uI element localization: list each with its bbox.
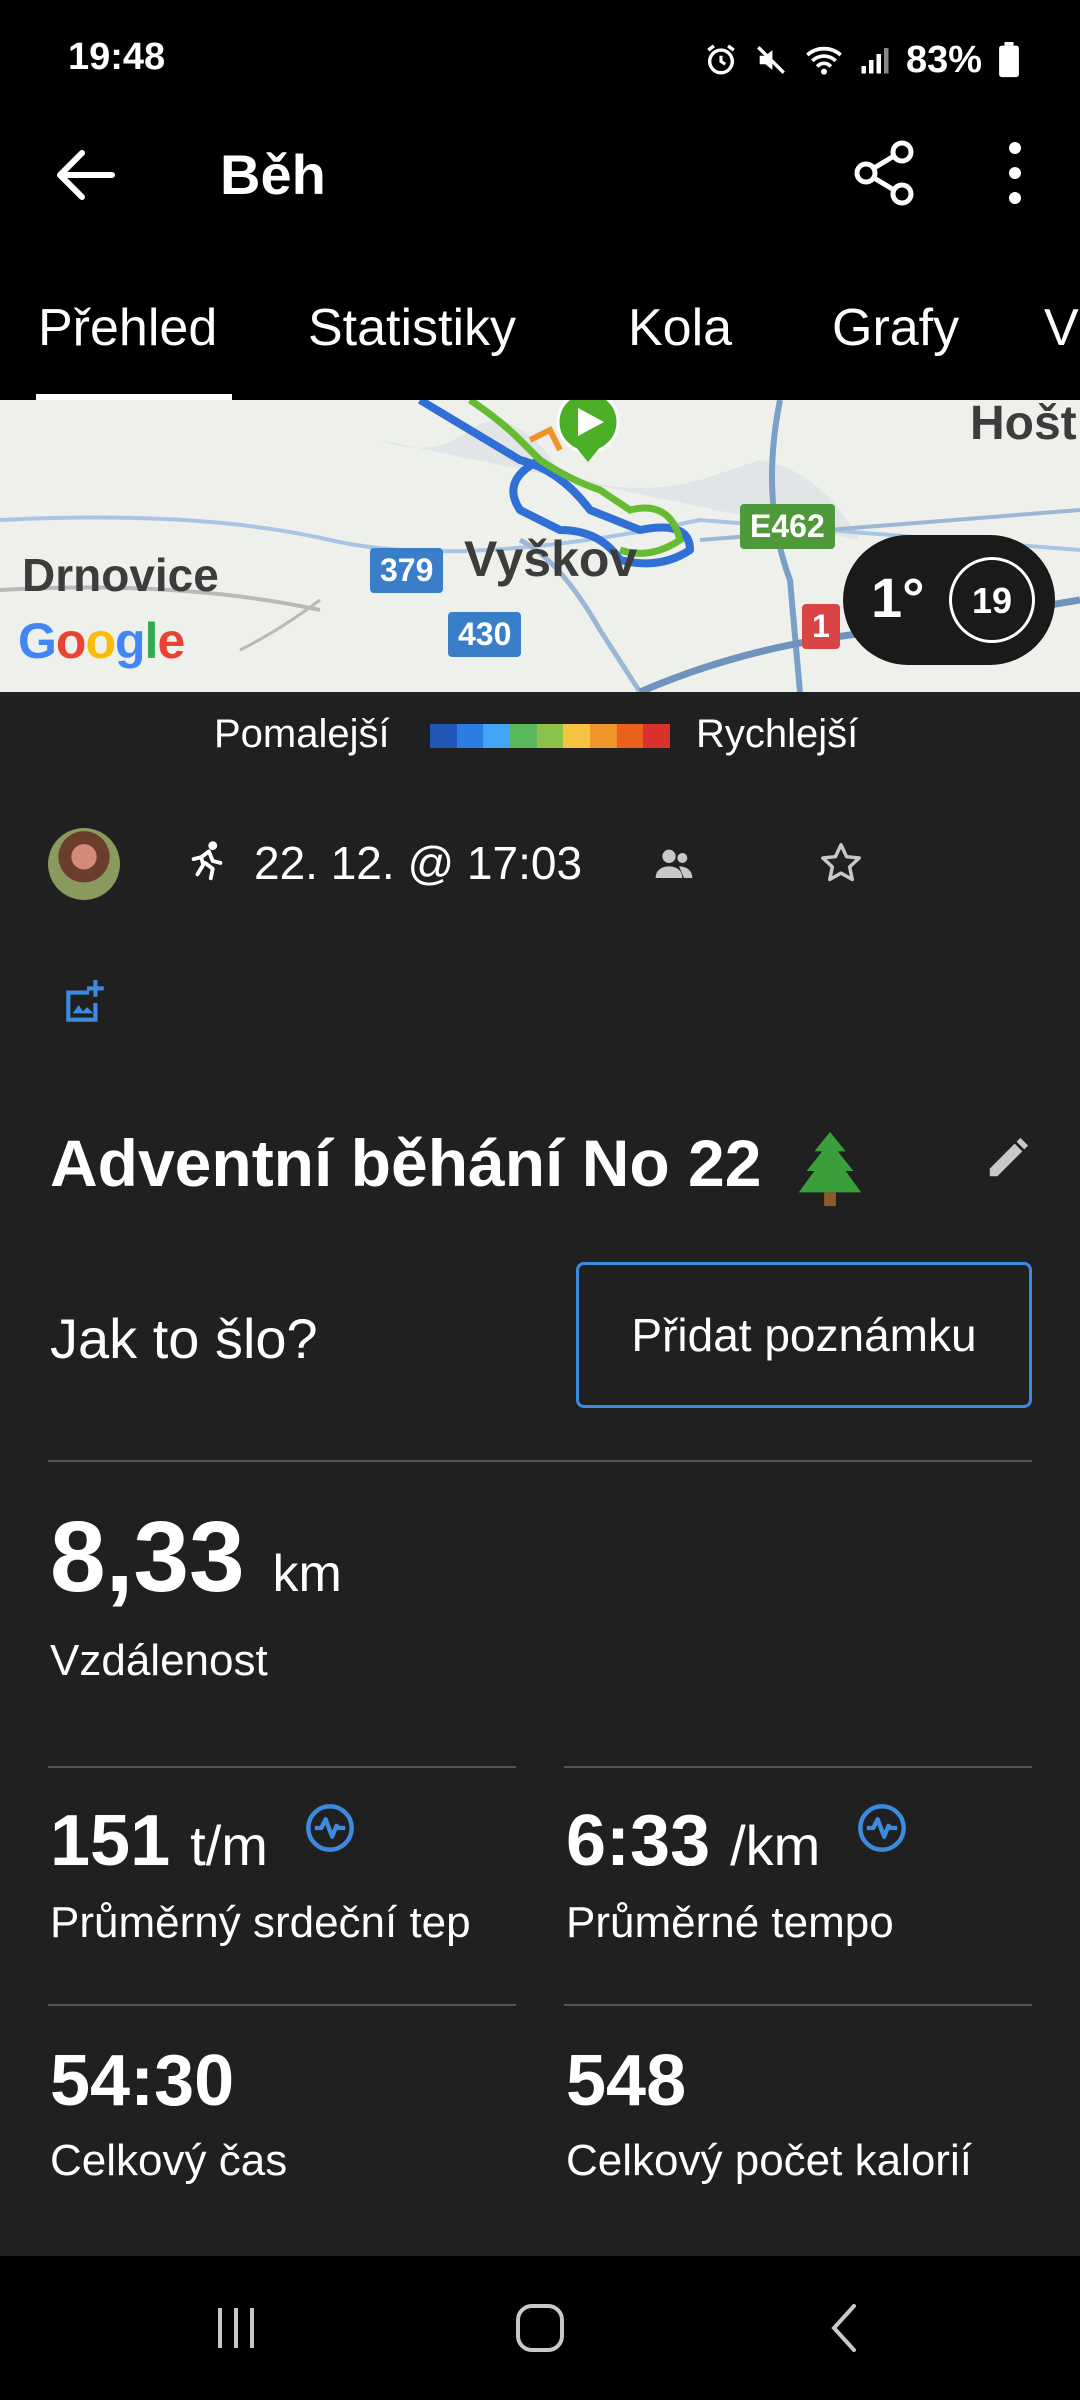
total-time-value: 54:30	[50, 2041, 235, 2121]
road-badge-1: 1	[802, 604, 840, 649]
distance-label: Vzdálenost	[50, 1636, 268, 1685]
add-note-button[interactable]: Přidat poznámku	[576, 1262, 1032, 1408]
home-icon[interactable]	[508, 2296, 572, 2360]
distance-stat: 8,33 km	[50, 1500, 342, 1615]
alarm-icon	[707, 44, 735, 75]
edit-pencil-icon[interactable]	[984, 1136, 1030, 1182]
activity-datetime: 22. 12. @ 17:03	[254, 837, 583, 889]
wind-speed: 19	[971, 580, 1013, 621]
wind-dial-icon: 19	[949, 557, 1035, 643]
star-icon[interactable]	[818, 840, 864, 886]
system-navigation-bar	[0, 2256, 1080, 2400]
heart-rate-stat: 151 t/m	[50, 1800, 356, 1882]
map-label-vyskov: Vyškov	[464, 531, 638, 587]
avatar[interactable]	[48, 828, 120, 900]
tab-charts[interactable]: Grafy	[832, 298, 959, 358]
pace-value: 6:33	[566, 1801, 711, 1881]
divider	[48, 1766, 516, 1768]
route-map[interactable]: Drnovice Vyškov Hošt 379 430 E462 1 Goog…	[0, 400, 1080, 692]
heart-rate-zone-icon[interactable]	[304, 1802, 356, 1854]
heart-rate-unit: t/m	[190, 1814, 268, 1877]
divider	[48, 2004, 516, 2006]
people-icon[interactable]	[654, 846, 694, 880]
heart-rate-value: 151	[50, 1801, 171, 1881]
activity-meta-row: 22. 12. @ 17:03	[0, 820, 1080, 910]
weather-temperature: 1°	[871, 566, 925, 629]
tab-overview[interactable]: Přehled	[38, 298, 217, 358]
battery-icon	[999, 42, 1019, 78]
back-nav-icon[interactable]	[814, 2296, 878, 2360]
road-badge-430: 430	[448, 612, 522, 657]
battery-percent: 83%	[905, 38, 982, 81]
calories-value: 548	[566, 2041, 687, 2121]
status-bar: 19:48 83%	[0, 0, 1080, 120]
legend-faster: Rychlejší	[696, 712, 859, 756]
tab-more[interactable]: V	[1044, 298, 1079, 358]
legend-slower: Pomalejší	[214, 712, 390, 756]
pace-zone-icon[interactable]	[856, 1802, 908, 1854]
status-time: 19:48	[68, 36, 166, 78]
tab-laps[interactable]: Kola	[628, 298, 732, 358]
map-label-drnovice: Drnovice	[22, 549, 219, 601]
christmas-tree-icon	[798, 1131, 862, 1206]
status-icons: 83%	[704, 30, 1020, 90]
more-options-icon[interactable]	[990, 138, 1040, 208]
divider	[564, 1766, 1032, 1768]
wifi-icon	[806, 46, 842, 75]
distance-unit: km	[272, 1545, 342, 1603]
distance-value: 8,33	[50, 1501, 245, 1613]
google-logo: Google	[18, 613, 185, 669]
map-label-host: Hošt	[970, 400, 1077, 450]
app-bar: Běh	[0, 120, 1080, 230]
activity-title: Adventní běhání No 22	[50, 1125, 866, 1210]
total-time-label: Celkový čas	[50, 2136, 288, 2185]
page-title: Běh	[220, 143, 326, 206]
weather-badge: 1° 19	[843, 535, 1055, 665]
back-arrow-icon[interactable]	[50, 145, 120, 205]
signal-icon	[861, 48, 889, 74]
pace-label: Průměrné tempo	[566, 1898, 894, 1947]
tab-statistics[interactable]: Statistiky	[308, 298, 516, 358]
share-icon[interactable]	[850, 138, 920, 208]
running-icon	[191, 841, 223, 881]
mute-icon	[756, 46, 785, 74]
divider	[48, 1460, 1032, 1462]
recent-apps-icon[interactable]	[204, 2296, 268, 2360]
pace-legend: Pomalejší Rychlejší	[0, 692, 1080, 780]
add-photo-icon[interactable]	[60, 978, 110, 1028]
calories-label: Celkový počet kalorií	[566, 2136, 972, 2185]
activity-title-text: Adventní běhání No 22	[50, 1126, 762, 1200]
road-badge-e462: E462	[740, 504, 835, 549]
tab-bar: Přehled Statistiky Kola Grafy V	[0, 230, 1080, 400]
pace-unit: /km	[730, 1814, 821, 1877]
pace-color-scale	[430, 724, 671, 748]
heart-rate-label: Průměrný srdeční tep	[50, 1898, 471, 1947]
pace-stat: 6:33 /km	[566, 1800, 908, 1882]
divider	[564, 2004, 1032, 2006]
how-did-it-go-label: Jak to šlo?	[50, 1307, 318, 1370]
road-badge-379: 379	[370, 548, 444, 593]
